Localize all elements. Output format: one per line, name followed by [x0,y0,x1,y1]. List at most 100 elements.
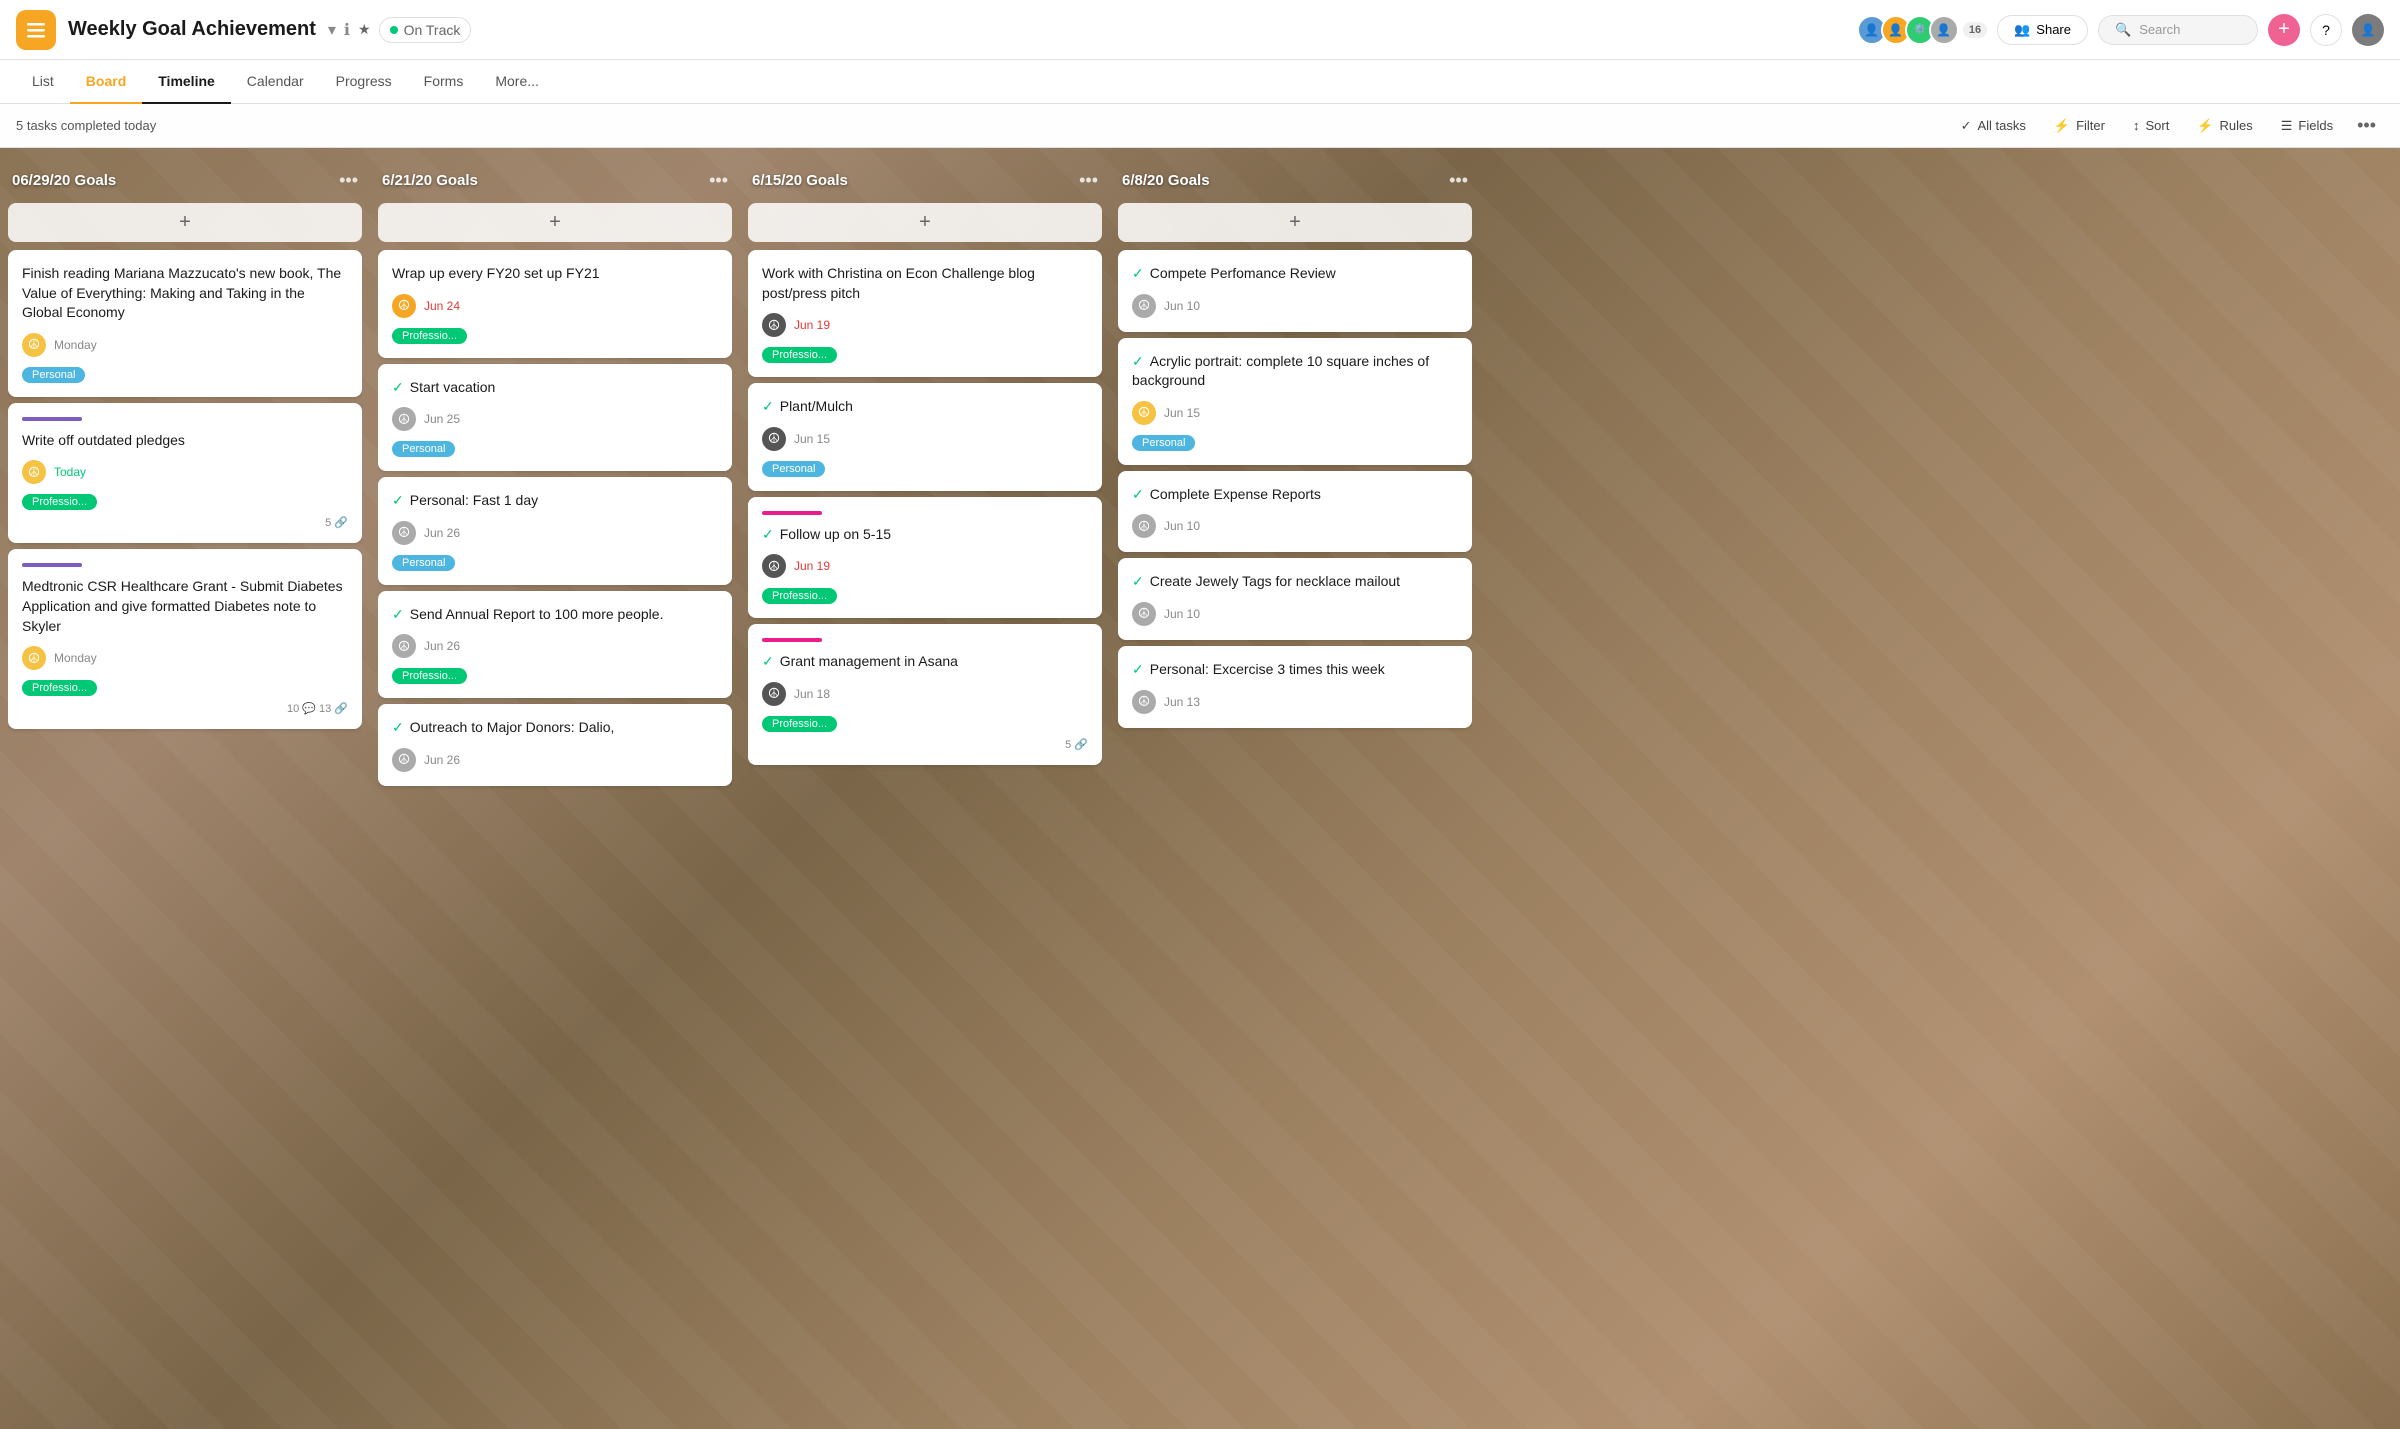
card-avatar[interactable]: ☮ [392,294,416,318]
check-icon: ✓ [392,492,404,508]
check-icon: ✓ [1132,353,1144,369]
list-item[interactable]: ✓Personal: Excercise 3 times this week☮J… [1118,646,1472,728]
status-badge[interactable]: On Track [379,17,472,43]
tab-forms[interactable]: Forms [408,60,480,104]
toolbar-more[interactable]: ••• [2349,111,2384,140]
all-tasks-button[interactable]: ✓ All tasks [1949,113,2038,139]
card-tag[interactable]: Professio... [22,680,97,696]
card-title: ✓Personal: Fast 1 day [392,491,718,511]
list-item[interactable]: ✓Compete Perfomance Review☮Jun 10 [1118,250,1472,332]
list-item[interactable]: ✓Send Annual Report to 100 more people.☮… [378,591,732,699]
status-text: On Track [404,22,461,38]
check-icon: ✓ [392,719,404,735]
list-item[interactable]: Finish reading Mariana Mazzucato's new b… [8,250,362,397]
card-tag[interactable]: Professio... [392,328,467,344]
card-avatar[interactable]: ☮ [392,748,416,772]
list-item[interactable]: ✓Personal: Fast 1 day ☮ Jun 26 Personal [378,477,732,585]
card-avatar[interactable]: ☮ [22,646,46,670]
card-tag[interactable]: Professio... [762,588,837,604]
tab-progress[interactable]: Progress [320,60,408,104]
card-avatar[interactable]: ☮ [1132,294,1156,318]
list-item[interactable]: ✓Follow up on 5-15☮Jun 19Professio... [748,497,1102,619]
fields-button[interactable]: ☰ Fields [2269,113,2345,139]
card-avatar[interactable]: ☮ [762,427,786,451]
app-icon[interactable] [16,10,56,50]
card-stats: 10 💬 13 🔗 [22,702,348,715]
card-tag[interactable]: Professio... [762,716,837,732]
card-avatar[interactable]: ☮ [1132,690,1156,714]
card-tag-row: Personal [392,439,718,457]
list-item[interactable]: ✓Plant/Mulch☮Jun 15Personal [748,383,1102,491]
card-tag[interactable]: Personal [1132,435,1195,451]
list-item[interactable]: ✓Complete Expense Reports☮Jun 10 [1118,471,1472,553]
card-date: Jun 10 [1164,607,1200,621]
card-avatar[interactable]: ☮ [392,634,416,658]
card-tag-row: Professio... [22,678,348,696]
card-avatar[interactable]: ☮ [762,313,786,337]
status-dot [390,26,398,34]
filter-button[interactable]: ⚡ Filter [2042,113,2117,139]
list-item[interactable]: ✓Grant management in Asana☮Jun 18Profess… [748,624,1102,765]
search-bar[interactable]: 🔍 Search [2098,15,2258,45]
share-label: Share [2036,22,2071,37]
tab-board[interactable]: Board [70,60,142,104]
card-tag[interactable]: Personal [392,555,455,571]
list-item[interactable]: Wrap up every FY20 set up FY21☮Jun 24Pro… [378,250,732,358]
avatar-4[interactable]: 👤 [1929,15,1959,45]
card-tag[interactable]: Professio... [22,494,97,510]
card-date: Jun 19 [794,559,830,573]
card-avatar[interactable]: ☮ [762,682,786,706]
card-tag[interactable]: Professio... [762,347,837,363]
card-tag[interactable]: Personal [392,441,455,457]
list-item[interactable]: Work with Christina on Econ Challenge bl… [748,250,1102,377]
card-avatar[interactable]: ☮ [22,460,46,484]
tab-list[interactable]: List [16,60,70,104]
list-item[interactable]: ✓Acrylic portrait: complete 10 square in… [1118,338,1472,465]
help-button[interactable]: ? [2310,14,2342,46]
card-tag[interactable]: Personal [22,367,85,383]
tab-timeline[interactable]: Timeline [142,60,231,104]
rules-button[interactable]: ⚡ Rules [2185,113,2264,139]
column-header-1: 6/21/20 Goals••• [378,164,732,203]
list-item[interactable]: Write off outdated pledges☮TodayProfessi… [8,403,362,544]
card-avatar[interactable]: ☮ [1132,602,1156,626]
column-more-0[interactable]: ••• [339,170,358,191]
add-card-button-3[interactable]: + [1118,203,1472,242]
card-tag-row: Personal [22,365,348,383]
user-avatar[interactable]: 👤 [2352,14,2384,46]
column-more-3[interactable]: ••• [1449,170,1468,191]
card-tag[interactable]: Professio... [392,668,467,684]
sort-button[interactable]: ↕ Sort [2121,113,2181,138]
tab-more[interactable]: More... [479,60,555,104]
star-icon[interactable]: ★ [358,21,371,38]
list-item[interactable]: ✓Start vacation☮Jun 25Personal [378,364,732,472]
card-tag-row: Professio... [22,492,348,510]
list-item[interactable]: ✓Create Jewely Tags for necklace mailout… [1118,558,1472,640]
share-button[interactable]: 👥 Share [1997,15,2088,45]
card-avatar[interactable]: ☮ [762,554,786,578]
card-avatar[interactable]: ☮ [392,407,416,431]
card-date: Jun 15 [794,432,830,446]
add-card-button-2[interactable]: + [748,203,1102,242]
sub-nav: List Board Timeline Calendar Progress Fo… [0,60,2400,104]
add-card-button-0[interactable]: + [8,203,362,242]
card-avatar[interactable]: ☮ [392,521,416,545]
info-icon[interactable]: ℹ [344,20,350,40]
add-button[interactable]: + [2268,14,2300,46]
card-tag[interactable]: Personal [762,461,825,477]
card-avatar[interactable]: ☮ [1132,514,1156,538]
card-avatar[interactable]: ☮ [22,333,46,357]
column-more-1[interactable]: ••• [709,170,728,191]
list-item[interactable]: Medtronic CSR Healthcare Grant - Submit … [8,549,362,729]
tab-calendar[interactable]: Calendar [231,60,320,104]
add-card-button-1[interactable]: + [378,203,732,242]
card-date: Jun 26 [424,526,460,540]
card-bar [22,563,82,567]
card-avatar[interactable]: ☮ [1132,401,1156,425]
top-nav: Weekly Goal Achievement ▾ ℹ ★ On Track 👤… [0,0,2400,60]
card-date: Jun 24 [424,299,460,313]
dropdown-icon[interactable]: ▾ [328,20,336,40]
column-more-2[interactable]: ••• [1079,170,1098,191]
list-item[interactable]: ✓Outreach to Major Donors: Dalio,☮Jun 26 [378,704,732,786]
card-meta: ☮Jun 13 [1132,690,1458,714]
